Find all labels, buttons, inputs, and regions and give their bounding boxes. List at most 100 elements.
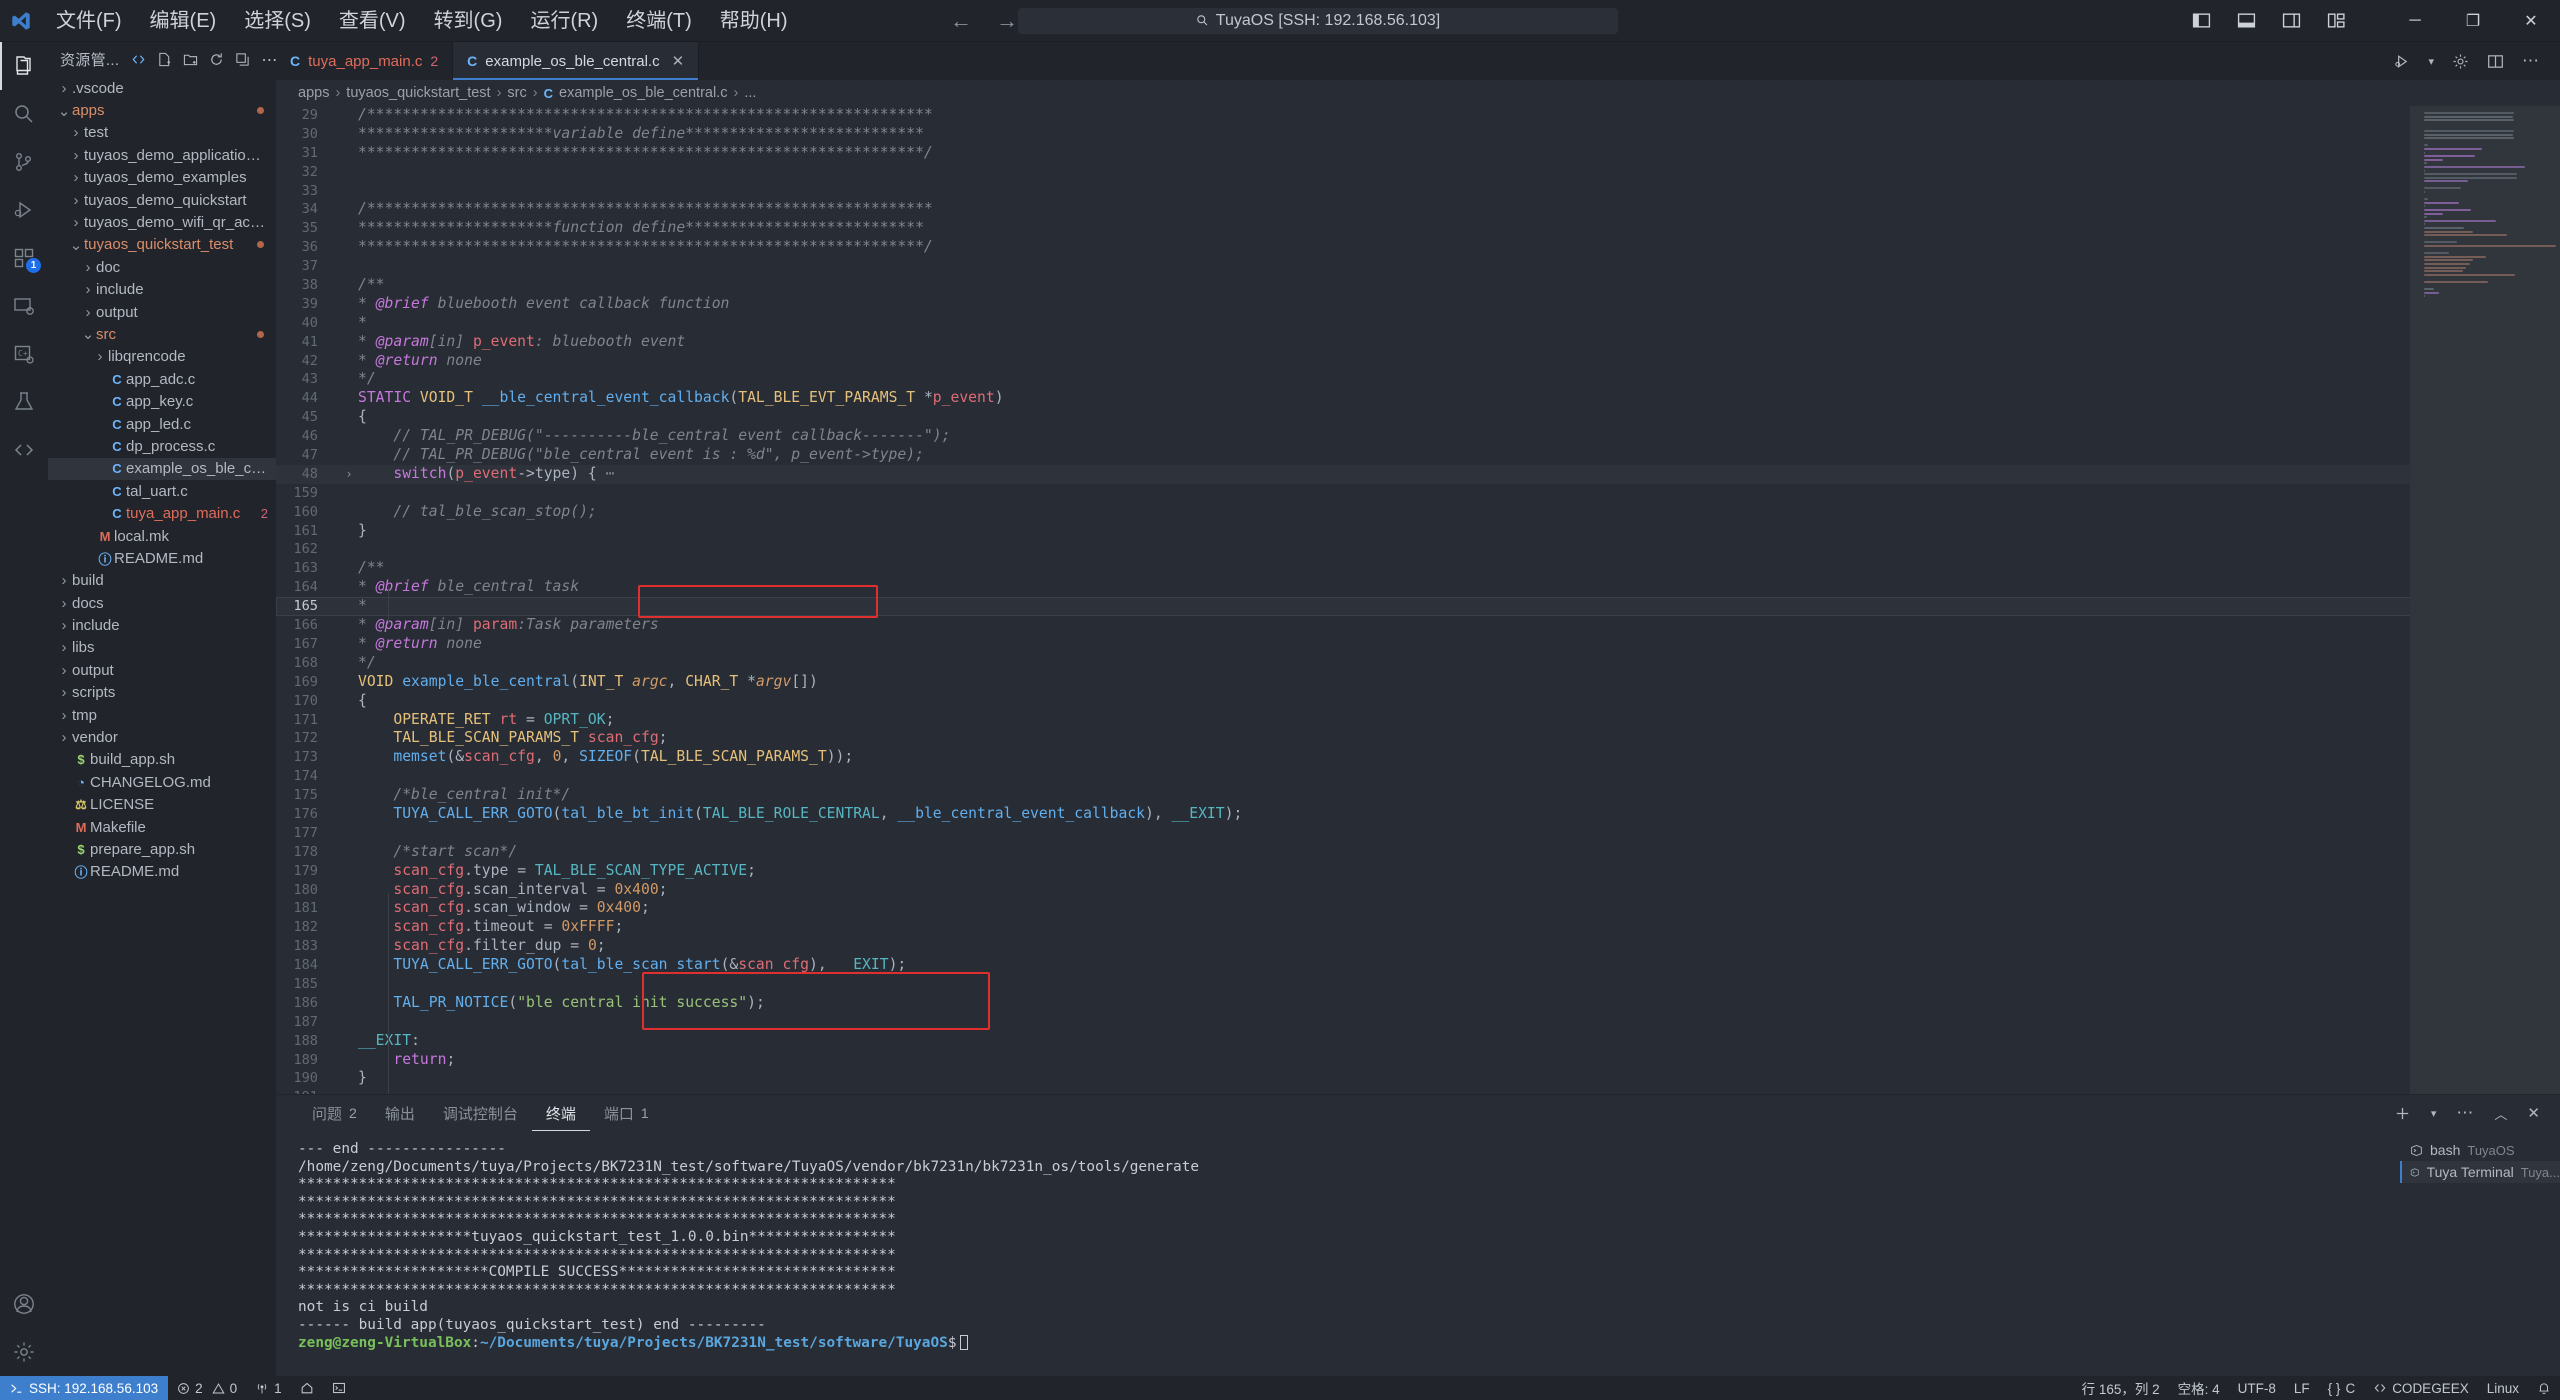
chevron-down-icon[interactable]: ⌄	[80, 325, 96, 343]
back-arrow-icon[interactable]: ←	[950, 8, 972, 34]
tree-item-src[interactable]: ⌄ src	[48, 323, 276, 345]
tree-item-app-adc-c[interactable]: Capp_adc.c	[48, 368, 276, 390]
status-terminal[interactable]	[323, 1376, 355, 1400]
chevron-right-icon[interactable]: ›	[56, 729, 72, 746]
code-line-171[interactable]: 171 OPERATE_RET rt = OPRT_OK;	[276, 711, 2560, 730]
chevron-down-icon[interactable]: ▾	[2431, 1107, 2437, 1120]
code-line-46[interactable]: 46 // TAL_PR_DEBUG("----------ble_centra…	[276, 427, 2560, 446]
tree-item-libs[interactable]: › libs	[48, 637, 276, 659]
code-line-35[interactable]: 35 **********************function define*…	[276, 219, 2560, 238]
sidebar-item-testing[interactable]	[0, 378, 48, 426]
status-indentation[interactable]: 空格: 4	[2169, 1376, 2229, 1400]
code-line-165[interactable]: 165 *	[276, 597, 2560, 617]
customize-layout-icon[interactable]	[2327, 11, 2346, 30]
code-line-29[interactable]: 29 /*************************************…	[276, 106, 2560, 125]
toggle-primary-sidebar-icon[interactable]	[2192, 11, 2211, 30]
menu-help[interactable]: 帮助(H)	[706, 5, 802, 37]
panel-tab-problems[interactable]: 问题 2	[298, 1095, 371, 1131]
code-line-191[interactable]: 191	[276, 1088, 2560, 1094]
chevron-right-icon[interactable]: ›	[68, 192, 84, 209]
sidebar-item-cpp-tools[interactable]: C+	[0, 330, 48, 378]
code-line-189[interactable]: 189 return;	[276, 1051, 2560, 1070]
tree-item-app-led-c[interactable]: Capp_led.c	[48, 413, 276, 435]
breadcrumb-project[interactable]: tuyaos_quickstart_test	[346, 85, 490, 101]
code-line-182[interactable]: 182 scan_cfg.timeout = 0xFFFF;	[276, 918, 2560, 937]
code-line-31[interactable]: 31 **************************************…	[276, 144, 2560, 163]
code-line-178[interactable]: 178 /*start scan*/	[276, 843, 2560, 862]
tree-item-changelog-md[interactable]: ◔ CHANGELOG.md	[48, 771, 276, 793]
breadcrumb-apps[interactable]: apps	[298, 85, 329, 101]
tree-item-test[interactable]: › test	[48, 122, 276, 144]
code-line-176[interactable]: 176 TUYA_CALL_ERR_GOTO(tal_ble_bt_init(T…	[276, 805, 2560, 824]
code-line-186[interactable]: 186 TAL_PR_NOTICE("ble central init succ…	[276, 994, 2560, 1013]
status-platform[interactable]: Linux	[2478, 1376, 2528, 1400]
code-line-174[interactable]: 174	[276, 767, 2560, 786]
tree-item-tmp[interactable]: › tmp	[48, 704, 276, 726]
tree-item-prepare-app-sh[interactable]: $ prepare_app.sh	[48, 838, 276, 860]
sidebar-item-codegeex[interactable]	[0, 426, 48, 474]
code-line-162[interactable]: 162	[276, 540, 2560, 559]
editor-tab-example-os-ble-central[interactable]: C example_os_ble_central.c ✕	[453, 42, 700, 80]
tree-item-tal-uart-c[interactable]: Ctal_uart.c	[48, 480, 276, 502]
tree-item-include[interactable]: › include	[48, 614, 276, 636]
tree-item-license[interactable]: ⚖ LICENSE	[48, 794, 276, 816]
chevron-right-icon[interactable]: ›	[68, 214, 84, 231]
fold-chevron-icon[interactable]: ›	[340, 465, 358, 484]
tree-item-scripts[interactable]: › scripts	[48, 682, 276, 704]
status-ports[interactable]: 1	[246, 1376, 291, 1400]
tree-item-doc[interactable]: › doc	[48, 256, 276, 278]
code-line-184[interactable]: 184 TUYA_CALL_ERR_GOTO(tal_ble_scan_star…	[276, 956, 2560, 975]
minimap-slider[interactable]	[2410, 106, 2560, 1094]
chevron-right-icon[interactable]: ›	[56, 595, 72, 612]
chevron-right-icon[interactable]: ›	[68, 124, 84, 141]
accounts-button[interactable]	[0, 1280, 48, 1328]
status-eol[interactable]: LF	[2285, 1376, 2319, 1400]
chevron-right-icon[interactable]: ›	[68, 169, 84, 186]
tree-item-libqrencode[interactable]: › libqrencode	[48, 346, 276, 368]
tree-item-output[interactable]: › output	[48, 659, 276, 681]
chevron-right-icon[interactable]: ›	[80, 304, 96, 321]
code-line-33[interactable]: 33	[276, 182, 2560, 201]
menu-run[interactable]: 运行(R)	[516, 5, 612, 37]
code-line-47[interactable]: 47 // TAL_PR_DEBUG("ble_central event is…	[276, 446, 2560, 465]
codegeex-chat-icon[interactable]	[131, 52, 146, 67]
terminal-output[interactable]: --- end ----------------/home/zeng/Docum…	[276, 1131, 2400, 1376]
menu-go[interactable]: 转到(G)	[420, 5, 517, 37]
code-line-183[interactable]: 183 scan_cfg.filter_dup = 0;	[276, 937, 2560, 956]
more-actions-icon[interactable]: ⋯	[261, 50, 276, 70]
chevron-right-icon[interactable]: ›	[80, 259, 96, 276]
tree-item-tuyaos-demo-application-driver[interactable]: ›tuyaos_demo_application_driver	[48, 144, 276, 166]
tree-item-readme-md[interactable]: ⓘ README.md	[48, 861, 276, 883]
chevron-right-icon[interactable]: ›	[92, 348, 108, 365]
code-line-168[interactable]: 168 */	[276, 654, 2560, 673]
toggle-panel-icon[interactable]	[2237, 11, 2256, 30]
code-line-42[interactable]: 42 * @return none	[276, 352, 2560, 371]
status-codegeex[interactable]: CODEGEEX	[2364, 1376, 2478, 1400]
code-editor[interactable]: 29/*************************************…	[276, 106, 2560, 1094]
terminal-prompt[interactable]: zeng@zeng-VirtualBox:~/Documents/tuya/Pr…	[298, 1334, 2400, 1353]
tree-item-tuyaos-demo-examples[interactable]: › tuyaos_demo_examples	[48, 167, 276, 189]
code-lines[interactable]: 29/*************************************…	[276, 106, 2560, 1094]
tree-item-docs[interactable]: › docs	[48, 592, 276, 614]
tree-item--vscode[interactable]: › .vscode	[48, 77, 276, 99]
code-line-180[interactable]: 180 scan_cfg.scan_interval = 0x400;	[276, 881, 2560, 900]
chevron-down-icon[interactable]: ⌄	[68, 236, 84, 254]
tree-item-output[interactable]: › output	[48, 301, 276, 323]
code-line-170[interactable]: 170 {	[276, 692, 2560, 711]
status-cursor-position[interactable]: 行 165，列 2	[2073, 1376, 2169, 1400]
close-tab-icon[interactable]: ✕	[672, 52, 685, 70]
chevron-right-icon[interactable]: ›	[56, 617, 72, 634]
code-line-34[interactable]: 34 /*************************************…	[276, 200, 2560, 219]
tree-item-readme-md[interactable]: ⓘ README.md	[48, 547, 276, 569]
breadcrumb-src[interactable]: src	[507, 85, 526, 101]
tree-item-tuyaos-demo-quickstart[interactable]: › tuyaos_demo_quickstart	[48, 189, 276, 211]
tree-item-tuyaos-quickstart-test[interactable]: ⌄ tuyaos_quickstart_test	[48, 234, 276, 256]
code-line-167[interactable]: 167 * @return none	[276, 635, 2560, 654]
chevron-right-icon[interactable]: ›	[56, 80, 72, 97]
tree-item-dp-process-c[interactable]: Cdp_process.c	[48, 435, 276, 457]
menu-view[interactable]: 查看(V)	[325, 5, 420, 37]
sidebar-item-explorer[interactable]	[0, 42, 48, 90]
panel-tab-ports[interactable]: 端口 1	[590, 1095, 663, 1131]
tree-item-example-os-ble-central-c[interactable]: Cexample_os_ble_central.c	[48, 457, 276, 481]
code-line-173[interactable]: 173 memset(&scan_cfg, 0, SIZEOF(TAL_BLE_…	[276, 748, 2560, 767]
